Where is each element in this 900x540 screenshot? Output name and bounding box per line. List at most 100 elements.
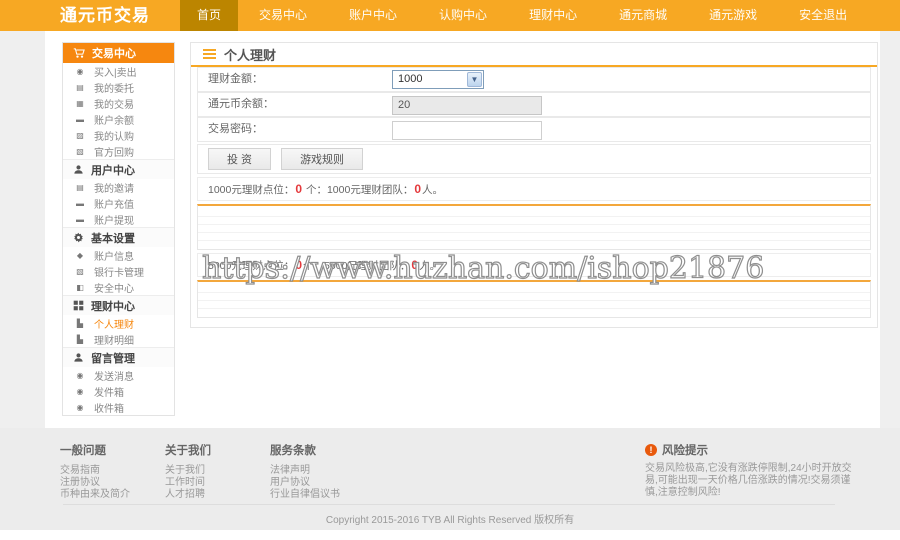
sidebar-item-account-info[interactable]: ◆账户信息: [63, 247, 174, 263]
sidebar-item-label: 我的委托: [94, 80, 134, 95]
transaction-password-input[interactable]: [392, 121, 542, 140]
nav-mall[interactable]: 通元商城: [598, 0, 688, 31]
user-icon: [73, 164, 84, 175]
sidebar-item-send-message[interactable]: ◉ 发送消息: [63, 367, 174, 383]
footer-link-recruitment[interactable]: 人才招聘: [165, 489, 211, 500]
risk-notice: ! 风险提示 交易风险极高,它没有涨跌停限制,24小时开放交易,可能出现一天价格…: [645, 442, 863, 499]
document-icon: ▤: [74, 183, 86, 192]
stats-count: 0: [294, 182, 303, 196]
sidebar-item-outbox[interactable]: ◉发件箱: [63, 383, 174, 399]
footer: 一般问题 交易指南 注册协议 币种由来及简介 关于我们 关于我们 工作时间 人才…: [0, 428, 900, 530]
table-row: [198, 217, 870, 225]
balance-label: 通元币余额：: [208, 93, 274, 116]
sidebar-item-label: 买入|卖出: [94, 64, 137, 79]
sidebar-section-message-management[interactable]: 留言管理: [63, 347, 174, 367]
sidebar-item-label: 理财明细: [94, 332, 134, 347]
sidebar-item-personal-finance[interactable]: ▙个人理财: [63, 315, 174, 331]
lock-icon: ◧: [74, 283, 86, 292]
sidebar-item-label: 我的邀请: [94, 180, 134, 195]
sidebar-item-finance-details[interactable]: ▙ 理财明细: [63, 331, 174, 347]
password-label: 交易密码：: [208, 118, 263, 141]
page-title: 个人理财: [224, 45, 276, 64]
site-logo: 通元币交易: [60, 0, 150, 31]
footer-link-self-discipline[interactable]: 行业自律倡议书: [270, 489, 340, 500]
footer-col-terms: 服务条款 法律声明 用户协议 行业自律倡议书: [270, 442, 340, 501]
sidebar-item-buy-sell[interactable]: ◉买入|卖出: [63, 63, 174, 79]
finance-table-1000: [197, 204, 871, 250]
sidebar-item-label: 收件箱: [94, 400, 124, 415]
nav-games[interactable]: 通元游戏: [688, 0, 778, 31]
nav-trade-center[interactable]: 交易中心: [238, 0, 328, 31]
nav-account-center[interactable]: 账户中心: [328, 0, 418, 31]
sidebar-item-label: 官方回购: [94, 144, 134, 159]
gear-icon: [73, 232, 84, 243]
person-icon: ◆: [74, 251, 86, 260]
risk-title: 风险提示: [662, 442, 708, 458]
stats-text: 个：1000元理财团队：: [303, 184, 413, 196]
document-icon: ▤: [74, 83, 86, 92]
outbox-icon: ◉: [74, 387, 86, 396]
footer-col-general: 一般问题 交易指南 注册协议 币种由来及简介: [60, 442, 130, 501]
footer-link-user-agreement[interactable]: 用户协议: [270, 477, 340, 488]
stats-text: 1000元理财点位：: [208, 184, 294, 196]
nav-logout[interactable]: 安全退出: [778, 0, 868, 31]
sidebar-section-basic-settings[interactable]: 基本设置: [63, 227, 174, 247]
footer-link-coin-intro[interactable]: 币种由来及简介: [60, 489, 130, 500]
chevron-down-icon[interactable]: ▼: [467, 72, 482, 87]
sidebar-section-title: 用户中心: [91, 162, 135, 178]
cart-icon: [73, 47, 85, 59]
sidebar-item-my-trades[interactable]: ▦我的交易: [63, 95, 174, 111]
top-bar: 通元币交易 首页 交易中心 账户中心 认购中心 理财中心 通元商城 通元游戏 安…: [0, 0, 900, 31]
sidebar-item-bank-cards[interactable]: ▧银行卡管理: [63, 263, 174, 279]
table-row: [198, 206, 870, 217]
sidebar-item-label: 发送消息: [94, 368, 134, 383]
sidebar-item-my-invitation[interactable]: ▤ 我的邀请: [63, 179, 174, 195]
form-row-balance: 通元币余额：: [197, 92, 871, 117]
footer-link-registration-agreement[interactable]: 注册协议: [60, 477, 130, 488]
game-rules-button[interactable]: 游戏规则: [281, 148, 363, 170]
card-icon: ▬: [74, 199, 86, 208]
sidebar-item-label: 账户充值: [94, 196, 134, 211]
balance-field: [392, 96, 542, 115]
sidebar-section-trade-center[interactable]: 交易中心: [63, 43, 174, 63]
amount-select[interactable]: 1000 ▼: [392, 70, 484, 89]
sidebar-item-inbox[interactable]: ◉收件箱: [63, 399, 174, 415]
sidebar-section-title: 交易中心: [92, 45, 136, 61]
sidebar-section-title: 基本设置: [91, 230, 135, 246]
nav-home[interactable]: 首页: [180, 0, 238, 31]
sidebar-item-security-center[interactable]: ◧安全中心: [63, 279, 174, 295]
bank-card-icon: ▧: [74, 267, 86, 276]
sidebar-section-finance-center[interactable]: 理财中心: [63, 295, 174, 315]
sidebar-item-my-orders[interactable]: ▤ 我的委托: [63, 79, 174, 95]
message-icon: ◉: [74, 371, 86, 380]
footer-link-trading-guide[interactable]: 交易指南: [60, 465, 130, 476]
sidebar-item-account-balance[interactable]: ▬账户余额: [63, 111, 174, 127]
footer-link-working-hours[interactable]: 工作时间: [165, 477, 211, 488]
sidebar-section-title: 留言管理: [91, 350, 135, 366]
sidebar-item-label: 账户提现: [94, 212, 134, 227]
footer-col-about: 关于我们 关于我们 工作时间 人才招聘: [165, 442, 211, 501]
footer-col-title: 关于我们: [165, 442, 211, 458]
risk-text: 交易风险极高,它没有涨跌停限制,24小时开放交易,可能出现一天价格几倍涨跌的情况…: [645, 463, 863, 499]
sidebar-item-my-subscription[interactable]: ▨我的认购: [63, 127, 174, 143]
message-user-icon: [73, 352, 84, 363]
table-row: [198, 233, 870, 241]
invest-button[interactable]: 投 资: [208, 148, 271, 170]
footer-link-about-us[interactable]: 关于我们: [165, 465, 211, 476]
amount-select-value: 1000: [398, 73, 422, 85]
sidebar-item-recharge[interactable]: ▬ 账户充值: [63, 195, 174, 211]
footer-divider: [63, 504, 835, 505]
main-nav: 首页 交易中心 账户中心 认购中心 理财中心 通元商城 通元游戏 安全退出: [180, 0, 868, 31]
card-icon: ▬: [74, 115, 86, 124]
form-row-password: 交易密码：: [197, 117, 871, 142]
bar-chart-icon: ▙: [74, 319, 86, 328]
footer-link-legal-statement[interactable]: 法律声明: [270, 465, 340, 476]
sidebar-item-withdraw[interactable]: ▬账户提现: [63, 211, 174, 227]
nav-finance-center[interactable]: 理财中心: [508, 0, 598, 31]
sidebar-item-official-buyback[interactable]: ▧官方回购: [63, 143, 174, 159]
nav-subscription-center[interactable]: 认购中心: [418, 0, 508, 31]
bar-chart-icon: ▙: [74, 335, 86, 344]
watermark: https://www.huzhan.com/ishop21876: [202, 251, 764, 286]
sidebar-section-user-center[interactable]: 用户中心: [63, 159, 174, 179]
table-row: [198, 241, 870, 249]
